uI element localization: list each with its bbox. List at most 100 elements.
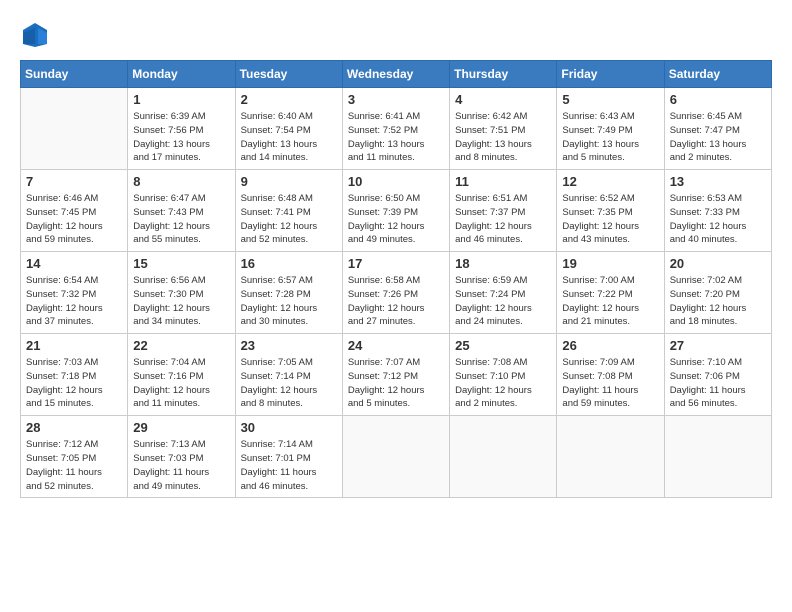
day-info: Sunrise: 7:07 AM Sunset: 7:12 PM Dayligh…	[348, 356, 444, 411]
week-row-5: 28Sunrise: 7:12 AM Sunset: 7:05 PM Dayli…	[21, 416, 772, 498]
day-cell: 8 Sunrise: 6:47 AM Sunset: 7:43 PM Daylig…	[128, 170, 235, 252]
day-cell: 23 Sunrise: 7:05 AM Sunset: 7:14 PM Dayli…	[235, 334, 342, 416]
day-number: 24	[348, 338, 444, 353]
week-row-2: 7Sunrise: 6:46 AM Sunset: 7:45 PM Daylig…	[21, 170, 772, 252]
day-number: 8	[133, 174, 229, 189]
day-info: Sunrise: 6:42 AM Sunset: 7:51 PM Dayligh…	[455, 110, 551, 165]
day-info: Sunrise: 7:03 AM Sunset: 7:18 PM Dayligh…	[26, 356, 122, 411]
week-row-4: 21 Sunrise: 7:03 AM Sunset: 7:18 PM Dayli…	[21, 334, 772, 416]
day-cell: 5 Sunrise: 6:43 AM Sunset: 7:49 PM Daylig…	[557, 88, 664, 170]
day-number: 2	[241, 92, 337, 107]
day-header-wednesday: Wednesday	[342, 61, 449, 88]
day-info: Sunrise: 6:39 AM Sunset: 7:56 PM Dayligh…	[133, 110, 229, 165]
day-number: 10	[348, 174, 444, 189]
day-cell: 2 Sunrise: 6:40 AM Sunset: 7:54 PM Daylig…	[235, 88, 342, 170]
day-number: 3	[348, 92, 444, 107]
day-info: Sunrise: 6:57 AM Sunset: 7:28 PM Dayligh…	[241, 274, 337, 329]
calendar-table: SundayMondayTuesdayWednesdayThursdayFrid…	[20, 60, 772, 498]
day-cell: 12 Sunrise: 6:52 AM Sunset: 7:35 PM Dayli…	[557, 170, 664, 252]
day-info: Sunrise: 6:54 AM Sunset: 7:32 PM Dayligh…	[26, 274, 122, 329]
day-number: 19	[562, 256, 658, 271]
day-number: 12	[562, 174, 658, 189]
header-row: SundayMondayTuesdayWednesdayThursdayFrid…	[21, 61, 772, 88]
day-number: 22	[133, 338, 229, 353]
logo	[20, 20, 54, 50]
day-info: Sunrise: 6:45 AM Sunset: 7:47 PM Dayligh…	[670, 110, 766, 165]
day-cell	[557, 416, 664, 498]
day-cell: 19 Sunrise: 7:00 AM Sunset: 7:22 PM Dayli…	[557, 252, 664, 334]
day-cell: 17 Sunrise: 6:58 AM Sunset: 7:26 PM Dayli…	[342, 252, 449, 334]
day-info: Sunrise: 7:08 AM Sunset: 7:10 PM Dayligh…	[455, 356, 551, 411]
day-cell: 28Sunrise: 7:12 AM Sunset: 7:05 PM Dayli…	[21, 416, 128, 498]
day-number: 14	[26, 256, 122, 271]
day-number: 27	[670, 338, 766, 353]
day-number: 18	[455, 256, 551, 271]
day-number: 25	[455, 338, 551, 353]
day-info: Sunrise: 6:40 AM Sunset: 7:54 PM Dayligh…	[241, 110, 337, 165]
day-cell: 15Sunrise: 6:56 AM Sunset: 7:30 PM Dayli…	[128, 252, 235, 334]
day-cell	[664, 416, 771, 498]
day-cell: 9 Sunrise: 6:48 AM Sunset: 7:41 PM Daylig…	[235, 170, 342, 252]
day-number: 23	[241, 338, 337, 353]
day-cell: 29Sunrise: 7:13 AM Sunset: 7:03 PM Dayli…	[128, 416, 235, 498]
day-cell: 22 Sunrise: 7:04 AM Sunset: 7:16 PM Dayli…	[128, 334, 235, 416]
day-info: Sunrise: 6:58 AM Sunset: 7:26 PM Dayligh…	[348, 274, 444, 329]
day-number: 16	[241, 256, 337, 271]
day-info: Sunrise: 7:14 AM Sunset: 7:01 PM Dayligh…	[241, 438, 337, 493]
day-cell: 26Sunrise: 7:09 AM Sunset: 7:08 PM Dayli…	[557, 334, 664, 416]
day-cell: 4 Sunrise: 6:42 AM Sunset: 7:51 PM Daylig…	[450, 88, 557, 170]
day-cell: 1 Sunrise: 6:39 AM Sunset: 7:56 PM Daylig…	[128, 88, 235, 170]
day-info: Sunrise: 7:00 AM Sunset: 7:22 PM Dayligh…	[562, 274, 658, 329]
day-info: Sunrise: 6:50 AM Sunset: 7:39 PM Dayligh…	[348, 192, 444, 247]
day-cell: 14 Sunrise: 6:54 AM Sunset: 7:32 PM Dayli…	[21, 252, 128, 334]
day-cell: 6 Sunrise: 6:45 AM Sunset: 7:47 PM Daylig…	[664, 88, 771, 170]
day-info: Sunrise: 6:56 AM Sunset: 7:30 PM Dayligh…	[133, 274, 229, 329]
day-info: Sunrise: 6:52 AM Sunset: 7:35 PM Dayligh…	[562, 192, 658, 247]
day-number: 11	[455, 174, 551, 189]
day-header-friday: Friday	[557, 61, 664, 88]
day-number: 4	[455, 92, 551, 107]
day-cell	[21, 88, 128, 170]
day-info: Sunrise: 6:59 AM Sunset: 7:24 PM Dayligh…	[455, 274, 551, 329]
day-number: 21	[26, 338, 122, 353]
day-number: 6	[670, 92, 766, 107]
day-number: 13	[670, 174, 766, 189]
day-cell: 10 Sunrise: 6:50 AM Sunset: 7:39 PM Dayli…	[342, 170, 449, 252]
day-number: 1	[133, 92, 229, 107]
day-info: Sunrise: 6:46 AM Sunset: 7:45 PM Dayligh…	[26, 192, 122, 247]
day-info: Sunrise: 6:48 AM Sunset: 7:41 PM Dayligh…	[241, 192, 337, 247]
logo-icon	[20, 20, 50, 50]
day-header-monday: Monday	[128, 61, 235, 88]
day-info: Sunrise: 7:02 AM Sunset: 7:20 PM Dayligh…	[670, 274, 766, 329]
day-header-sunday: Sunday	[21, 61, 128, 88]
week-row-3: 14 Sunrise: 6:54 AM Sunset: 7:32 PM Dayli…	[21, 252, 772, 334]
day-info: Sunrise: 7:05 AM Sunset: 7:14 PM Dayligh…	[241, 356, 337, 411]
day-number: 5	[562, 92, 658, 107]
day-info: Sunrise: 7:10 AM Sunset: 7:06 PM Dayligh…	[670, 356, 766, 411]
day-header-tuesday: Tuesday	[235, 61, 342, 88]
day-info: Sunrise: 6:53 AM Sunset: 7:33 PM Dayligh…	[670, 192, 766, 247]
day-info: Sunrise: 6:41 AM Sunset: 7:52 PM Dayligh…	[348, 110, 444, 165]
day-cell	[450, 416, 557, 498]
day-header-saturday: Saturday	[664, 61, 771, 88]
page-header	[20, 20, 772, 50]
day-number: 20	[670, 256, 766, 271]
day-info: Sunrise: 7:12 AM Sunset: 7:05 PM Dayligh…	[26, 438, 122, 493]
day-header-thursday: Thursday	[450, 61, 557, 88]
day-cell	[342, 416, 449, 498]
day-info: Sunrise: 6:51 AM Sunset: 7:37 PM Dayligh…	[455, 192, 551, 247]
day-info: Sunrise: 6:47 AM Sunset: 7:43 PM Dayligh…	[133, 192, 229, 247]
day-cell: 13 Sunrise: 6:53 AM Sunset: 7:33 PM Dayli…	[664, 170, 771, 252]
day-info: Sunrise: 7:13 AM Sunset: 7:03 PM Dayligh…	[133, 438, 229, 493]
day-cell: 3 Sunrise: 6:41 AM Sunset: 7:52 PM Daylig…	[342, 88, 449, 170]
day-number: 17	[348, 256, 444, 271]
day-cell: 25 Sunrise: 7:08 AM Sunset: 7:10 PM Dayli…	[450, 334, 557, 416]
day-number: 30	[241, 420, 337, 435]
day-cell: 7Sunrise: 6:46 AM Sunset: 7:45 PM Daylig…	[21, 170, 128, 252]
day-number: 26	[562, 338, 658, 353]
day-number: 9	[241, 174, 337, 189]
day-info: Sunrise: 7:04 AM Sunset: 7:16 PM Dayligh…	[133, 356, 229, 411]
day-info: Sunrise: 6:43 AM Sunset: 7:49 PM Dayligh…	[562, 110, 658, 165]
day-cell: 27 Sunrise: 7:10 AM Sunset: 7:06 PM Dayli…	[664, 334, 771, 416]
day-cell: 30 Sunrise: 7:14 AM Sunset: 7:01 PM Dayli…	[235, 416, 342, 498]
